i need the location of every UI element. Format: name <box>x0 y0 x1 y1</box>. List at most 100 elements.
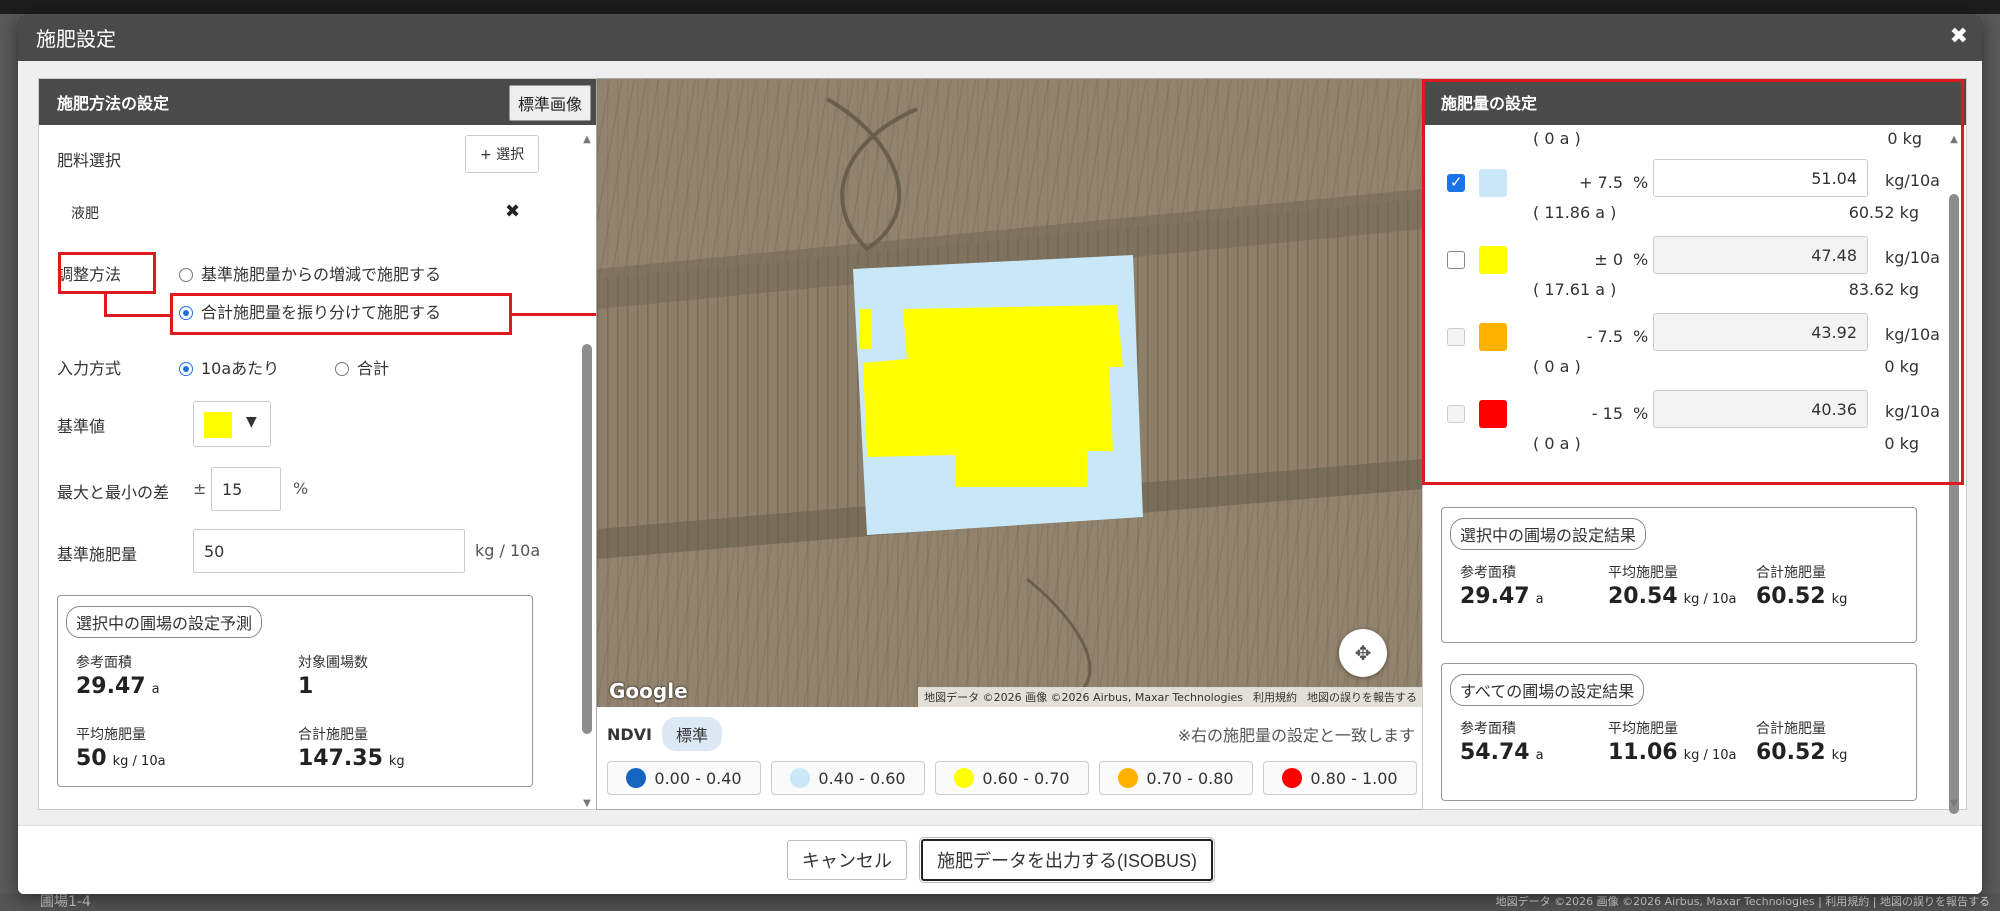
adjust-option-1-label: 基準施肥量からの増減で施肥する <box>201 265 442 284</box>
stat-label: 平均施肥量 <box>76 727 146 743</box>
stat-value: 147.35 <box>298 746 383 771</box>
report-link[interactable]: 地図の誤りを報告する <box>1307 689 1417 705</box>
dialog-body: 施肥方法の設定 標準画像 肥料選択 + 選択 液肥 ✖ 調整方法 基準施肥量から… <box>18 61 1982 825</box>
selected-area: 参考面積 29.47 a <box>1460 562 1544 609</box>
stat-value: 29.47 <box>76 674 146 699</box>
legend-item: 0.80 - 1.00 <box>1263 761 1417 795</box>
cancel-button[interactable]: キャンセル <box>786 840 907 880</box>
stat-label: 参考面積 <box>76 655 132 671</box>
select-fertilizer-button[interactable]: + 選択 <box>465 135 540 173</box>
prediction-total: 合計施肥量 147.35 kg <box>298 724 405 771</box>
satellite-image <box>597 79 1423 707</box>
stat-label: 平均施肥量 <box>1608 565 1678 581</box>
ndvi-legend: 0.00 - 0.40 0.40 - 0.60 0.60 - 0.70 0.70… <box>607 761 1417 795</box>
scroll-down-icon[interactable]: ▼ <box>1948 798 1960 809</box>
annotation-line <box>104 293 107 316</box>
chevron-down-icon: ▼ <box>246 414 257 430</box>
close-icon[interactable]: ✖ <box>1950 24 1968 49</box>
ndvi-label: NDVI <box>607 724 653 744</box>
satellite-map[interactable]: Google 地図データ ©2026 画像 ©2026 Airbus, Maxa… <box>597 79 1423 707</box>
fertilizer-select-label: 肥料選択 <box>57 151 122 170</box>
stat-label: 合計施肥量 <box>298 727 368 743</box>
scroll-up-icon[interactable]: ▲ <box>581 134 593 145</box>
legend-item: 0.70 - 0.80 <box>1099 761 1253 795</box>
annotation-box-adjust-option <box>170 293 512 335</box>
all-result-box: すべての圃場の設定結果 参考面積 54.74 a 平均施肥量 11.06 kg / … <box>1441 663 1917 801</box>
input-option-per10a[interactable]: 10aあたり <box>179 355 279 379</box>
all-total: 合計施肥量 60.52 kg <box>1756 718 1847 765</box>
base-amount-unit: kg / 10a <box>475 541 541 560</box>
stat-label: 参考面積 <box>1460 721 1516 737</box>
maxmin-diff-label: 最大と最小の差 <box>57 483 170 502</box>
standard-chip[interactable]: 標準 <box>662 717 723 751</box>
legend-dot <box>790 768 811 788</box>
legend-label: 0.60 - 0.70 <box>982 768 1070 788</box>
standard-image-button[interactable]: 標準画像 <box>508 85 591 121</box>
stat-value: 50 <box>76 746 107 771</box>
selected-total: 合計施肥量 60.52 kg <box>1756 562 1847 609</box>
google-logo: Google <box>609 679 688 703</box>
match-note: ※右の施肥量の設定と一致します <box>1177 726 1415 745</box>
legend-label: 0.40 - 0.60 <box>818 768 906 788</box>
method-settings-panel: 施肥方法の設定 標準画像 肥料選択 + 選択 液肥 ✖ 調整方法 基準施肥量から… <box>38 78 598 810</box>
attribution-text: 地図データ ©2026 画像 ©2026 Airbus, Maxar Techn… <box>924 691 1243 704</box>
all-average: 平均施肥量 11.06 kg / 10a <box>1608 718 1737 765</box>
stat-value: 1 <box>298 674 314 699</box>
all-area: 参考面積 54.74 a <box>1460 718 1544 765</box>
stat-value: 60.52 <box>1756 584 1826 609</box>
selected-result-title: 選択中の圃場の設定結果 <box>1450 518 1647 550</box>
prediction-title: 選択中の圃場の設定予測 <box>66 606 263 638</box>
remove-fertilizer-icon[interactable]: ✖ <box>505 201 520 222</box>
stat-unit: kg <box>1831 748 1848 763</box>
reference-value-label: 基準値 <box>57 417 106 436</box>
prediction-average: 平均施肥量 50 kg / 10a <box>76 724 166 771</box>
stat-label: 合計施肥量 <box>1756 721 1826 737</box>
legend-label: 0.00 - 0.40 <box>654 768 742 788</box>
dialog-title: 施肥設定 <box>36 27 116 51</box>
stat-value: 60.52 <box>1756 740 1826 765</box>
legend-dot <box>954 768 975 788</box>
prediction-area: 参考面積 29.47 a <box>76 652 160 699</box>
radio-icon[interactable] <box>179 268 193 282</box>
radio-selected-icon[interactable] <box>179 362 193 376</box>
fertilizer-settings-dialog: 施肥設定 ✖ 施肥方法の設定 標準画像 肥料選択 + 選択 液肥 ✖ 調整方法 … <box>18 14 1982 894</box>
background-map-attribution: 地図データ ©2026 画像 ©2026 Airbus, Maxar Techn… <box>1495 895 1990 908</box>
maxmin-diff-value: 15 <box>222 479 243 499</box>
stat-unit: a <box>1535 592 1544 607</box>
stat-unit: kg / 10a <box>1683 748 1737 763</box>
dialog-footer: キャンセル 施肥データを出力する(ISOBUS) <box>18 825 1982 894</box>
stat-unit: kg <box>1831 592 1848 607</box>
reference-color-select[interactable]: ▼ <box>193 401 271 447</box>
stat-unit: kg / 10a <box>1683 592 1737 607</box>
legend-dot <box>1282 768 1303 788</box>
annotation-box-amount-settings <box>1422 79 1964 485</box>
legend-label: 0.80 - 1.00 <box>1310 768 1398 788</box>
legend-dot <box>1118 768 1139 788</box>
scroll-thumb[interactable] <box>582 344 592 734</box>
selected-average: 平均施肥量 20.54 kg / 10a <box>1608 562 1737 609</box>
adjust-option-increase[interactable]: 基準施肥量からの増減で施肥する <box>179 261 441 285</box>
stat-label: 平均施肥量 <box>1608 721 1678 737</box>
stat-value: 29.47 <box>1460 584 1530 609</box>
percent-sign: % <box>293 479 309 498</box>
maxmin-diff-input[interactable]: 15 <box>211 467 281 511</box>
scroll-down-icon[interactable]: ▼ <box>581 798 593 809</box>
stat-value: 54.74 <box>1460 740 1530 765</box>
input-option-total[interactable]: 合計 <box>335 355 389 379</box>
base-amount-input[interactable]: 50 <box>193 529 465 573</box>
export-isobus-button[interactable]: 施肥データを出力する(ISOBUS) <box>918 837 1216 883</box>
stat-value: 20.54 <box>1608 584 1678 609</box>
annotation-line <box>104 314 170 317</box>
ndvi-row: NDVI 標準 ※右の施肥量の設定と一致します <box>607 717 1415 751</box>
left-scrollbar[interactable]: ▲ ▼ <box>581 134 593 809</box>
annotation-box-adjust-label <box>58 252 156 294</box>
radio-icon[interactable] <box>335 362 349 376</box>
terms-link[interactable]: 利用規約 <box>1253 689 1297 705</box>
input-option-2-label: 合計 <box>357 359 390 378</box>
all-result-title: すべての圃場の設定結果 <box>1450 674 1645 706</box>
stat-label: 参考面積 <box>1460 565 1516 581</box>
background-bottom-bar: 圃場1-4 地図データ ©2026 画像 ©2026 Airbus, Maxar… <box>0 893 2000 911</box>
selected-result-box: 選択中の圃場の設定結果 参考面積 29.47 a 平均施肥量 20.54 kg / … <box>1441 507 1917 643</box>
recenter-icon[interactable]: ✥ <box>1339 629 1387 677</box>
legend-label: 0.70 - 0.80 <box>1146 768 1234 788</box>
